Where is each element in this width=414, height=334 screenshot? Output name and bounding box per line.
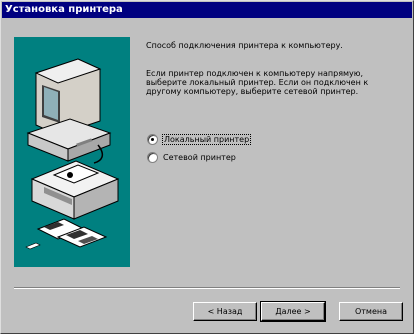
back-button[interactable]: < Назад <box>193 302 257 321</box>
window-title: Установка принтера <box>5 4 123 15</box>
description-line: Если принтер подключен к компьютеру напр… <box>146 69 364 78</box>
radio-network-printer[interactable]: Сетевой принтер <box>147 151 236 163</box>
next-button[interactable]: Далее > <box>260 301 326 322</box>
printer-wizard-window: Установка принтера Способ подключения пр… <box>0 0 414 334</box>
description-text: Если принтер подключен к компьютеру напр… <box>146 69 408 96</box>
description-line: выберите локальный принтер. Если он подк… <box>146 78 369 87</box>
computer-printer-illustration <box>25 58 120 250</box>
description-line: другому компьютеру, выберите сетевой при… <box>146 87 359 96</box>
printed-pages-icon <box>25 218 108 250</box>
radio-label-network[interactable]: Сетевой принтер <box>163 153 236 162</box>
button-divider <box>14 287 400 289</box>
printer-icon <box>30 160 120 220</box>
wizard-illustration <box>14 37 130 267</box>
section-heading: Способ подключения принтера к компьютеру… <box>146 41 343 50</box>
radio-button-network[interactable] <box>147 151 158 163</box>
radio-label-local[interactable]: Локальный принтер <box>161 133 252 145</box>
radio-button-local[interactable] <box>147 133 158 145</box>
title-bar[interactable]: Установка принтера <box>2 2 412 18</box>
radio-local-printer[interactable]: Локальный принтер <box>147 133 252 145</box>
cancel-button[interactable]: Отмена <box>339 302 403 321</box>
